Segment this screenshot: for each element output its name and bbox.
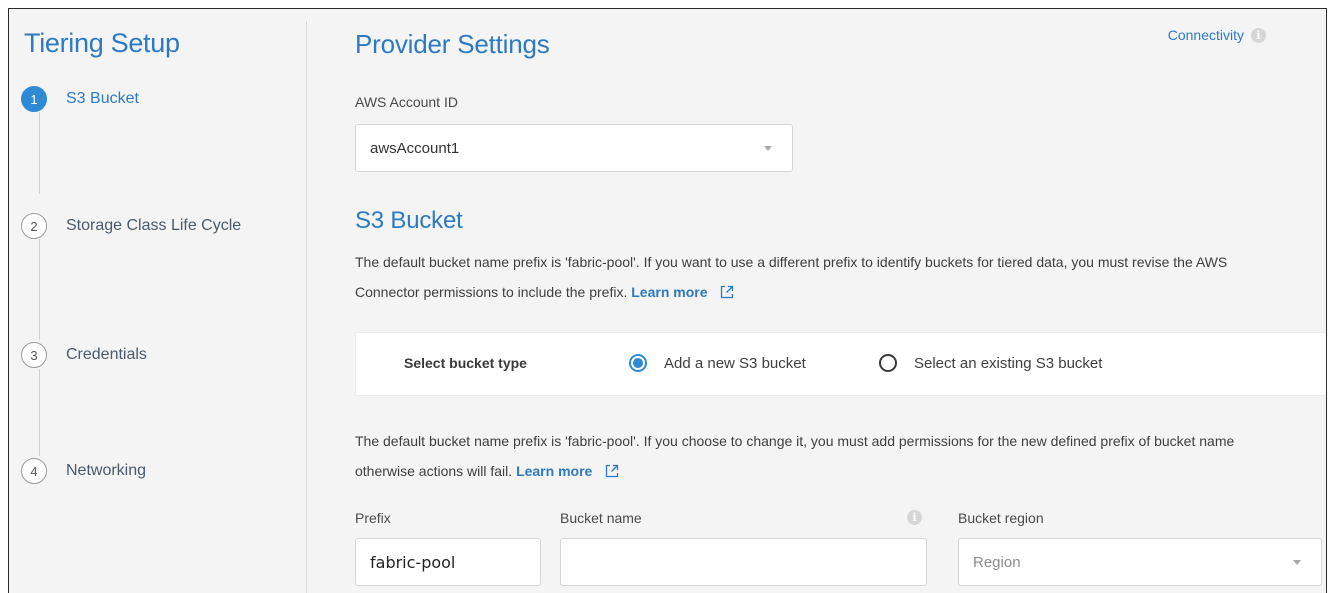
bucket-type-panel: Select bucket type Add a new S3 bucket S… bbox=[355, 332, 1326, 396]
learn-more-link[interactable]: Learn more bbox=[631, 284, 707, 300]
prefix-note-text: The default bucket name prefix is 'fabri… bbox=[355, 433, 1235, 479]
step-networking[interactable]: 4 Networking bbox=[21, 458, 146, 484]
step-connector bbox=[39, 239, 40, 340]
radio-button[interactable] bbox=[879, 354, 897, 372]
step-label: Networking bbox=[66, 462, 147, 479]
prefix-note: The default bucket name prefix is 'fabri… bbox=[355, 426, 1295, 486]
step-number: 2 bbox=[21, 213, 47, 239]
radio-label: Add a new S3 bucket bbox=[664, 354, 806, 372]
description-text: The default bucket name prefix is 'fabri… bbox=[355, 254, 1228, 300]
s3-bucket-description: The default bucket name prefix is 'fabri… bbox=[355, 247, 1295, 307]
step-connector bbox=[39, 112, 40, 194]
step-label: Storage Class Life Cycle bbox=[66, 217, 242, 234]
step-s3-bucket[interactable]: 1 S3 Bucket bbox=[21, 86, 139, 112]
step-number: 1 bbox=[21, 86, 47, 112]
radio-select-existing-bucket[interactable]: Select an existing S3 bucket bbox=[879, 354, 1102, 372]
aws-account-select[interactable]: awsAccount1 bbox=[355, 124, 793, 172]
step-label: Credentials bbox=[66, 346, 147, 363]
chevron-down-icon bbox=[764, 146, 772, 151]
chevron-down-icon bbox=[1293, 560, 1301, 565]
step-storage-class-life-cycle[interactable]: 2 Storage Class Life Cycle bbox=[21, 213, 241, 239]
prefix-input[interactable]: fabric-pool bbox=[355, 538, 541, 586]
s3-bucket-heading: S3 Bucket bbox=[355, 207, 463, 234]
aws-account-label: AWS Account ID bbox=[355, 94, 458, 110]
sidebar-title: Tiering Setup bbox=[24, 28, 180, 58]
radio-label: Select an existing S3 bucket bbox=[914, 354, 1103, 372]
external-link-icon[interactable] bbox=[720, 285, 734, 299]
step-number: 3 bbox=[21, 342, 47, 368]
region-placeholder: Region bbox=[973, 553, 1021, 571]
learn-more-link[interactable]: Learn more bbox=[516, 463, 592, 479]
prefix-value: fabric-pool bbox=[370, 552, 456, 572]
connectivity-label: Connectivity bbox=[1167, 27, 1244, 43]
bucket-region-label: Bucket region bbox=[958, 510, 1044, 526]
bucket-region-select[interactable]: Region bbox=[958, 538, 1322, 586]
info-icon[interactable]: i bbox=[907, 510, 922, 525]
bucket-type-label: Select bucket type bbox=[404, 355, 527, 371]
sidebar: Tiering Setup 1 S3 Bucket 2 Storage Clas… bbox=[9, 9, 307, 593]
step-connector bbox=[39, 369, 40, 456]
radio-button[interactable] bbox=[629, 354, 647, 372]
external-link-icon[interactable] bbox=[605, 464, 619, 478]
tiering-setup-window: Tiering Setup 1 S3 Bucket 2 Storage Clas… bbox=[8, 8, 1327, 593]
provider-settings-panel: Provider Settings Connectivity i AWS Acc… bbox=[307, 9, 1326, 593]
radio-add-new-bucket[interactable]: Add a new S3 bucket bbox=[629, 354, 806, 372]
page-title: Provider Settings bbox=[355, 29, 550, 59]
info-icon[interactable]: i bbox=[1251, 27, 1266, 43]
aws-account-value: awsAccount1 bbox=[370, 139, 460, 157]
step-label: S3 Bucket bbox=[66, 90, 139, 107]
bucket-name-input[interactable] bbox=[560, 538, 927, 586]
connectivity-link[interactable]: Connectivity i bbox=[1168, 27, 1266, 43]
bucket-name-label: Bucket name bbox=[560, 510, 642, 526]
step-credentials[interactable]: 3 Credentials bbox=[21, 342, 147, 368]
prefix-label: Prefix bbox=[355, 510, 391, 526]
step-number: 4 bbox=[21, 458, 47, 484]
